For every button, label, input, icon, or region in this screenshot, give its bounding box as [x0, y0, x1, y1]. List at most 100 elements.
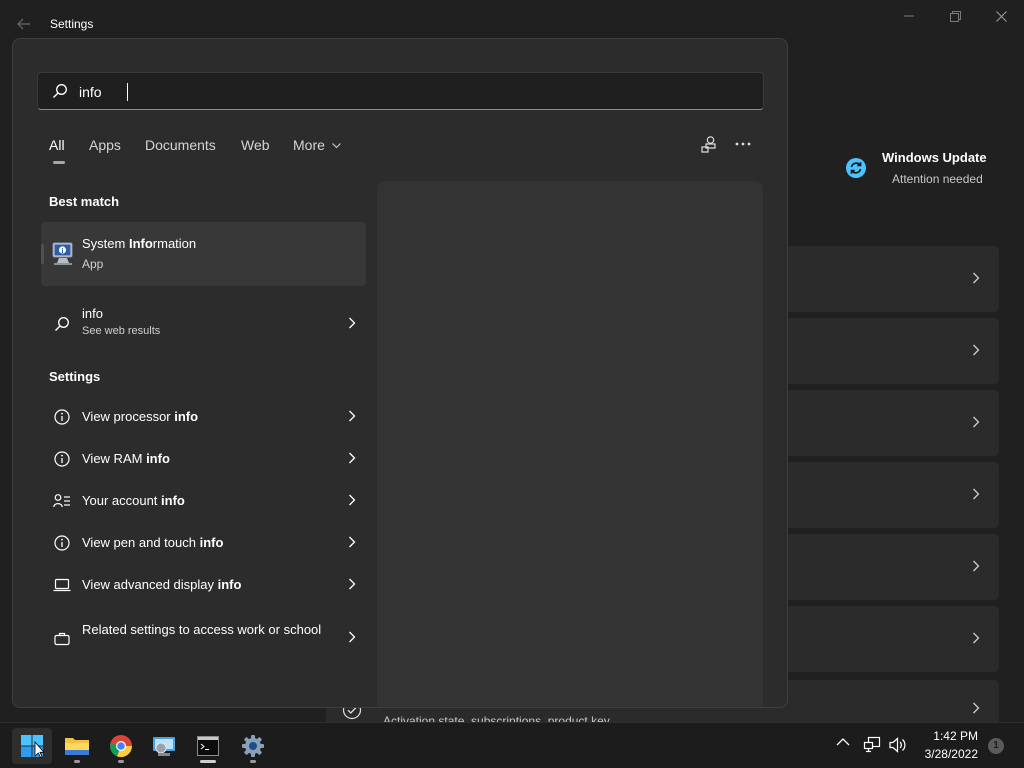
- settings-row[interactable]: [788, 318, 999, 384]
- taskbar-chrome[interactable]: [101, 728, 141, 764]
- search-rewards-button[interactable]: [699, 134, 721, 156]
- settings-result-label-text: Related settings to access work or schoo…: [82, 622, 322, 637]
- clock-time[interactable]: 1:42 PM: [920, 729, 978, 743]
- clock-date[interactable]: 3/28/2022: [916, 747, 978, 761]
- running-indicator: [250, 760, 256, 763]
- restore-button[interactable]: [932, 4, 978, 28]
- taskbar-start-button[interactable]: [12, 728, 52, 764]
- settings-result-work-school[interactable]: Related settings to access work or schoo…: [41, 618, 366, 660]
- briefcase-icon: [53, 630, 71, 648]
- windows-update-title: Windows Update: [882, 150, 987, 165]
- settings-result-label-text: View processor: [82, 409, 175, 424]
- settings-result-ram-info[interactable]: View RAM info: [41, 439, 366, 479]
- terminal-icon: [197, 736, 219, 756]
- taskbar-control-panel[interactable]: [144, 728, 184, 764]
- settings-result-label-bold: info: [161, 493, 185, 508]
- search-box[interactable]: [37, 72, 764, 110]
- back-arrow-icon: [17, 18, 30, 30]
- control-panel-icon: [153, 737, 175, 756]
- search-icon: [53, 84, 67, 98]
- chevron-right-icon: [973, 702, 980, 714]
- selection-indicator: [41, 244, 44, 264]
- tab-apps[interactable]: Apps: [89, 137, 121, 153]
- settings-result-label: View advanced display info: [82, 577, 241, 592]
- minimize-button[interactable]: [886, 4, 932, 28]
- best-match-type: App: [82, 257, 104, 271]
- chevron-up-icon[interactable]: [836, 737, 850, 747]
- tab-all[interactable]: All: [49, 137, 65, 153]
- tab-documents[interactable]: Documents: [145, 137, 216, 153]
- best-match-result[interactable]: i System Information App: [41, 222, 366, 286]
- chevron-right-icon: [973, 416, 980, 428]
- sync-icon: [846, 158, 866, 178]
- settings-row[interactable]: [788, 462, 999, 528]
- tab-web[interactable]: Web: [241, 137, 270, 153]
- app-title: Settings: [50, 17, 94, 31]
- chevron-right-icon: [349, 631, 356, 643]
- account-list-icon: [53, 492, 71, 510]
- best-match-name: System Information: [82, 236, 196, 251]
- settings-result-label-text: View pen and touch: [82, 535, 200, 550]
- search-panel: All Apps Documents Web More Best match i…: [12, 38, 788, 708]
- more-options-button[interactable]: [733, 134, 757, 156]
- settings-row[interactable]: [788, 246, 999, 312]
- running-indicator: [200, 760, 216, 763]
- chevron-right-icon: [973, 632, 980, 644]
- volume-icon[interactable]: [888, 736, 908, 754]
- search-input[interactable]: [79, 80, 739, 104]
- settings-heading: Settings: [49, 369, 101, 384]
- info-icon: [53, 408, 71, 426]
- web-search-result[interactable]: info See web results: [41, 304, 366, 344]
- chevron-right-icon: [349, 452, 356, 464]
- chevron-right-icon: [973, 272, 980, 284]
- settings-result-account-info[interactable]: Your account info: [41, 481, 366, 521]
- windows-update-status: Attention needed: [892, 172, 983, 186]
- settings-result-label: Related settings to access work or schoo…: [82, 620, 322, 640]
- settings-result-pen-touch-info[interactable]: View pen and touch info: [41, 523, 366, 563]
- windows-update-card[interactable]: Windows Update Attention needed: [842, 150, 1024, 190]
- info-icon: [53, 450, 71, 468]
- settings-row[interactable]: [788, 606, 999, 672]
- settings-result-label-text: Your account: [82, 493, 162, 508]
- taskbar-terminal[interactable]: [188, 728, 228, 764]
- taskbar-settings[interactable]: [233, 728, 273, 764]
- close-icon: [995, 10, 1007, 22]
- search-icon: [53, 315, 71, 333]
- running-indicator: [74, 760, 80, 763]
- rewards-icon: [701, 136, 716, 153]
- close-button[interactable]: [978, 4, 1024, 28]
- settings-result-label-bold: info: [217, 577, 242, 592]
- text-caret: [127, 83, 128, 101]
- web-result-query: info: [82, 306, 103, 321]
- settings-result-display-info[interactable]: View advanced display info: [41, 565, 366, 605]
- chevron-right-icon: [349, 578, 356, 590]
- folder-icon: [65, 738, 89, 755]
- info-icon: [53, 534, 71, 552]
- settings-result-label: View processor info: [82, 409, 198, 424]
- settings-result-label-text: View advanced display: [82, 577, 218, 592]
- restore-icon: [949, 10, 961, 22]
- chevron-right-icon: [973, 344, 980, 356]
- back-button[interactable]: [12, 12, 36, 36]
- system-information-icon: i: [52, 242, 73, 265]
- settings-result-label: View pen and touch info: [82, 535, 223, 550]
- settings-result-label-bold: info: [174, 409, 199, 424]
- chevron-right-icon: [973, 488, 980, 500]
- chevron-right-icon: [349, 536, 356, 548]
- settings-result-label: View RAM info: [82, 451, 170, 466]
- settings-result-processor-info[interactable]: View processor info: [41, 397, 366, 437]
- network-icon[interactable]: [863, 736, 881, 754]
- notification-badge[interactable]: 1: [988, 738, 1004, 754]
- settings-row[interactable]: [788, 534, 999, 600]
- settings-result-label-bold: info: [146, 451, 170, 466]
- active-tab-indicator: [53, 161, 65, 164]
- web-result-subtitle: See web results: [82, 325, 161, 337]
- tab-more[interactable]: More: [293, 137, 325, 153]
- best-match-name-prefix: System: [82, 236, 129, 251]
- settings-row[interactable]: [788, 390, 999, 456]
- best-match-name-bold: Info: [128, 236, 153, 251]
- chevron-right-icon: [349, 410, 356, 422]
- settings-result-label-bold: info: [199, 535, 224, 550]
- taskbar-file-explorer[interactable]: [57, 728, 97, 764]
- chevron-down-icon: [332, 143, 341, 149]
